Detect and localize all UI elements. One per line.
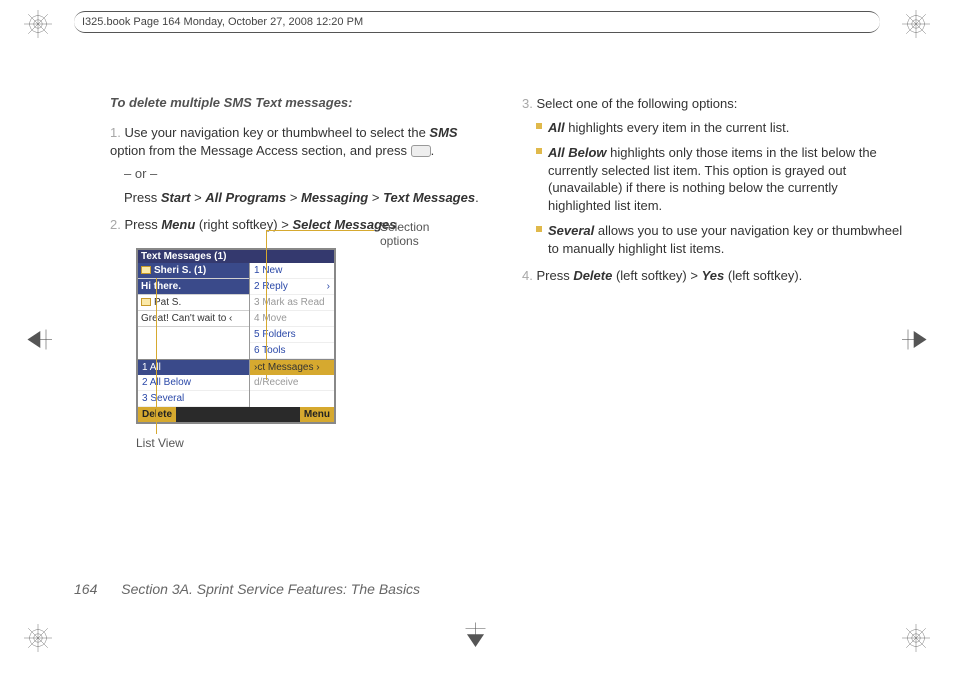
step-1-num: 1. [110,125,121,140]
step-4-num: 4. [522,268,533,283]
bullet-icon [536,226,542,232]
crop-mark-bottom [460,623,495,655]
phone-menu-new: 1 New [250,263,334,279]
reg-mark-tl [24,10,52,38]
reg-mark-bl [24,624,52,652]
page-number: 164 [74,581,97,597]
callout-selection: Selection options [380,220,450,248]
reg-mark-tr [902,10,930,38]
phone-softkey-delete: Delete [138,407,176,422]
bullet-icon [536,123,542,129]
phone-title: Text Messages (1) [141,251,226,262]
section-heading: To delete multiple SMS Text messages: [110,95,492,110]
footer-section-title: Section 3A. Sprint Service Features: The… [121,581,420,597]
page-footer: 164 Section 3A. Sprint Service Features:… [74,581,420,597]
step-1-or: – or – [124,165,492,183]
bullet-all: All highlights every item in the current… [536,119,904,137]
bullet-all-below: All Below highlights only those items in… [536,144,904,214]
envelope-icon [141,266,151,274]
crop-mark-right [902,324,934,359]
doc-header: I325.book Page 164 Monday, October 27, 2… [74,11,880,33]
step-3-num: 3. [522,96,533,111]
step-2-num: 2. [110,217,121,232]
crop-mark-left [20,324,52,359]
step-1: 1. Use your navigation key or thumbwheel… [110,124,492,206]
phone-screenshot: Text Messages (1) Sheri S. (1) Hi there.… [136,248,336,424]
callout-listview: List View [136,436,184,450]
step-3: 3. Select one of the following options: … [522,95,904,257]
bullet-icon [536,148,542,154]
doc-header-text: I325.book Page 164 Monday, October 27, 2… [82,16,363,28]
phone-softkey-menu: Menu [300,407,334,422]
bullet-several: Several allows you to use your navigatio… [536,222,904,257]
reg-mark-br [902,624,930,652]
step-4: 4. Press Delete (left softkey) > Yes (le… [522,267,904,285]
nav-key-icon [411,145,431,157]
envelope-icon [141,298,151,306]
